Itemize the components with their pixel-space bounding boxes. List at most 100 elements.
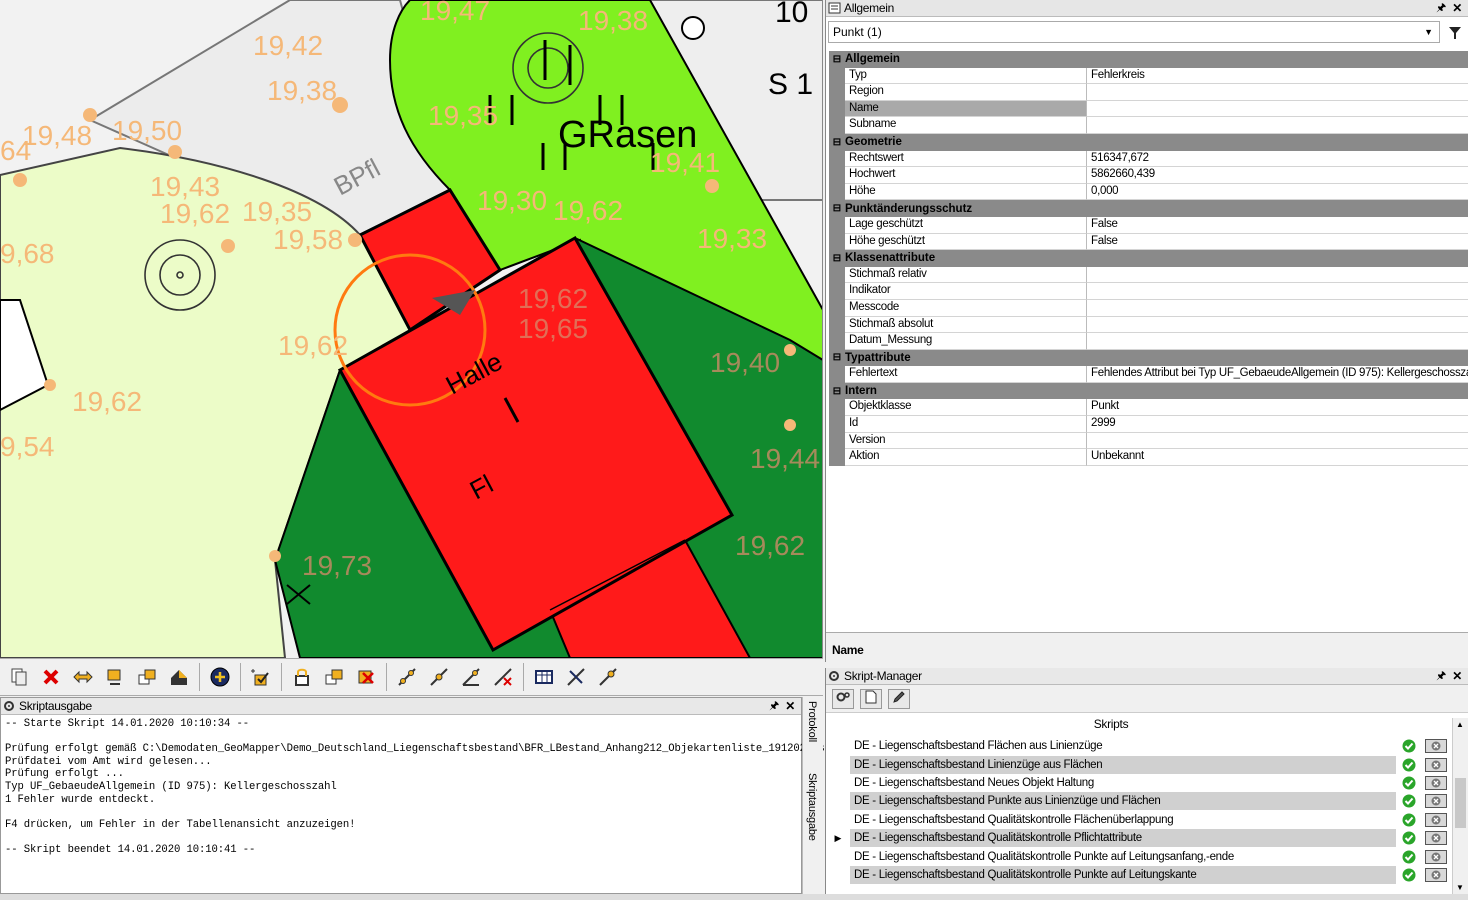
- table-view-icon[interactable]: [529, 662, 559, 692]
- collapse-icon[interactable]: ⊟: [829, 253, 845, 264]
- script-name[interactable]: DE - Liegenschaftsbestand Qualitätskontr…: [850, 829, 1396, 848]
- check-icon[interactable]: [1396, 868, 1422, 882]
- insert-vertex-icon[interactable]: [246, 662, 276, 692]
- scroll-down-icon[interactable]: ▼: [1456, 883, 1464, 892]
- property-row[interactable]: Stichmaß absolut: [829, 316, 1468, 334]
- category-typattribute[interactable]: ⊟ Typattribute: [829, 349, 1468, 367]
- tab-protokoll[interactable]: Protokoll: [806, 701, 818, 742]
- property-value[interactable]: [1087, 117, 1468, 134]
- new-script-button[interactable]: [860, 688, 882, 709]
- object-selector[interactable]: Punkt (1) ▼: [828, 21, 1440, 43]
- duplicate-object-icon[interactable]: [132, 662, 162, 692]
- map-view[interactable]: 19,42 19,38 19,48 19,50 19,43 19,62 19,3…: [0, 0, 823, 658]
- script-list-scrollbar[interactable]: ▲ ▼: [1452, 718, 1468, 894]
- collapse-icon[interactable]: ⊟: [829, 54, 845, 65]
- property-value[interactable]: Fehlendes Attribut bei Typ UF_GebaeudeAl…: [1087, 366, 1468, 383]
- category-allgemein[interactable]: ⊟ Allgemein: [829, 51, 1468, 68]
- script-list[interactable]: DE - Liegenschaftsbestand Flächen aus Li…: [826, 737, 1452, 884]
- remove-script-icon[interactable]: [1422, 812, 1450, 827]
- pin-icon[interactable]: 🖈: [769, 698, 779, 715]
- property-value[interactable]: [1087, 84, 1468, 101]
- check-icon[interactable]: [1396, 813, 1422, 827]
- line-split-icon[interactable]: [456, 662, 486, 692]
- delete-vertex-icon[interactable]: [351, 662, 381, 692]
- script-name[interactable]: DE - Liegenschaftsbestand Linienzüge aus…: [850, 755, 1396, 774]
- script-row[interactable]: DE - Liegenschaftsbestand Qualitätskontr…: [826, 865, 1452, 884]
- collapse-icon[interactable]: ⊟: [829, 137, 845, 148]
- property-row[interactable]: Höhe 0,000: [829, 183, 1468, 201]
- pin-icon[interactable]: 🖈: [1436, 668, 1446, 685]
- property-value[interactable]: 2999: [1087, 416, 1468, 433]
- line-edit-icon[interactable]: [424, 662, 454, 692]
- layer-copy-icon[interactable]: [319, 662, 349, 692]
- copy-icon[interactable]: [4, 662, 34, 692]
- check-icon[interactable]: [1396, 850, 1422, 864]
- pick-icon[interactable]: [593, 662, 623, 692]
- edit-script-button[interactable]: [888, 688, 910, 709]
- category-geometrie[interactable]: ⊟ Geometrie: [829, 133, 1468, 151]
- property-value[interactable]: False: [1087, 234, 1468, 251]
- house-edit-icon[interactable]: [164, 662, 194, 692]
- property-value[interactable]: Fehlerkreis: [1087, 68, 1468, 85]
- tab-skriptausgabe[interactable]: Skriptausgabe: [806, 773, 818, 841]
- property-value[interactable]: [1087, 283, 1468, 300]
- remove-script-icon[interactable]: [1422, 831, 1450, 846]
- add-point-icon[interactable]: [205, 662, 235, 692]
- script-row[interactable]: DE - Liegenschaftsbestand Linienzüge aus…: [826, 755, 1452, 774]
- line-delete-icon[interactable]: [488, 662, 518, 692]
- remove-script-icon[interactable]: [1422, 757, 1450, 772]
- remove-script-icon[interactable]: [1422, 775, 1450, 790]
- property-row-selected[interactable]: Name: [829, 100, 1468, 118]
- property-row[interactable]: Fehlertext Fehlendes Attribut bei Typ UF_…: [829, 366, 1468, 383]
- close-icon[interactable]: ✕: [1452, 0, 1462, 17]
- property-value[interactable]: 5862660,439: [1087, 167, 1468, 184]
- script-name[interactable]: DE - Liegenschaftsbestand Punkte aus Lin…: [850, 792, 1396, 811]
- close-icon[interactable]: ✕: [1452, 668, 1462, 685]
- line-tool-icon[interactable]: [392, 662, 422, 692]
- check-icon[interactable]: [1396, 758, 1422, 772]
- property-row[interactable]: Lage geschützt False: [829, 216, 1468, 234]
- pin-icon[interactable]: 🖈: [1436, 0, 1446, 17]
- script-column-header[interactable]: Skripts: [826, 717, 1396, 731]
- script-name[interactable]: DE - Liegenschaftsbestand Qualitätskontr…: [850, 811, 1396, 829]
- property-row[interactable]: Rechtswert 516347,672: [829, 150, 1468, 168]
- property-value[interactable]: 0,000: [1087, 184, 1468, 201]
- script-row[interactable]: DE - Liegenschaftsbestand Punkte aus Lin…: [826, 792, 1452, 811]
- property-row[interactable]: Subname: [829, 117, 1468, 134]
- property-row[interactable]: Typ Fehlerkreis: [829, 67, 1468, 85]
- collapse-icon[interactable]: ⊟: [829, 352, 845, 363]
- remove-script-icon[interactable]: [1422, 794, 1450, 809]
- filter-icon[interactable]: [1448, 26, 1462, 43]
- property-value[interactable]: [1087, 333, 1468, 350]
- script-row[interactable]: DE - Liegenschaftsbestand Qualitätskontr…: [826, 811, 1452, 829]
- move-icon[interactable]: [68, 662, 98, 692]
- script-row[interactable]: DE - Liegenschaftsbestand Flächen aus Li…: [826, 737, 1452, 755]
- category-punktaenderungsschutz[interactable]: ⊟ Punktänderungsschutz: [829, 200, 1468, 217]
- close-icon[interactable]: ✕: [785, 698, 795, 715]
- lock-object-icon[interactable]: [287, 662, 317, 692]
- collapse-icon[interactable]: ⊟: [829, 203, 845, 214]
- map-canvas[interactable]: 19,42 19,38 19,48 19,50 19,43 19,62 19,3…: [0, 0, 823, 658]
- property-row[interactable]: Indikator: [829, 283, 1468, 300]
- category-intern[interactable]: ⊟ Intern: [829, 382, 1468, 400]
- script-row[interactable]: DE - Liegenschaftsbestand Qualitätskontr…: [826, 847, 1452, 865]
- property-value[interactable]: [1087, 101, 1468, 118]
- check-icon[interactable]: [1396, 831, 1422, 845]
- check-icon[interactable]: [1396, 776, 1422, 790]
- property-value[interactable]: False: [1087, 217, 1468, 234]
- chevron-down-icon[interactable]: ▼: [1424, 22, 1433, 42]
- property-row[interactable]: Hochwert 5862660,439: [829, 167, 1468, 184]
- script-row[interactable]: DE - Liegenschaftsbestand Neues Objekt H…: [826, 774, 1452, 792]
- property-value[interactable]: [1087, 300, 1468, 317]
- script-row-selected[interactable]: ▶ DE - Liegenschaftsbestand Qualitätskont…: [826, 829, 1452, 848]
- delete-icon[interactable]: [36, 662, 66, 692]
- property-row[interactable]: Objektklasse Punkt: [829, 399, 1468, 417]
- property-row[interactable]: Stichmaß relativ: [829, 266, 1468, 284]
- property-row[interactable]: Messcode: [829, 299, 1468, 317]
- script-name[interactable]: DE - Liegenschaftsbestand Qualitätskontr…: [850, 848, 1396, 866]
- property-row[interactable]: Version: [829, 432, 1468, 450]
- check-icon[interactable]: [1396, 739, 1422, 753]
- property-value[interactable]: Punkt: [1087, 399, 1468, 417]
- collapse-icon[interactable]: ⊟: [829, 386, 845, 397]
- property-value[interactable]: [1087, 433, 1468, 450]
